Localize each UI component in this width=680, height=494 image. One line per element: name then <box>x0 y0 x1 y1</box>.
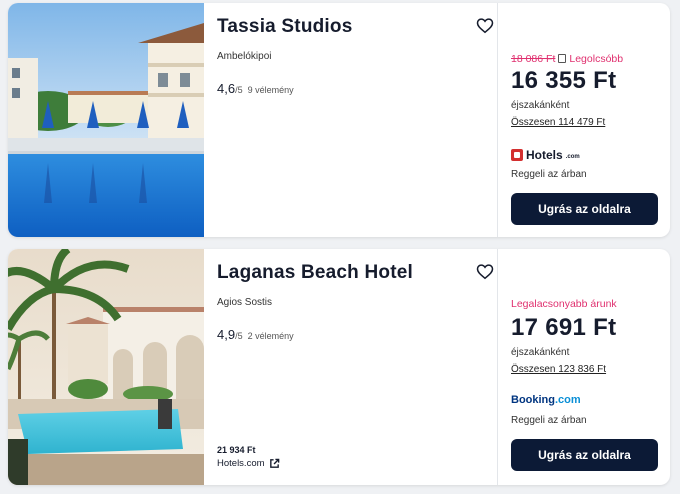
review-count: 2 vélemény <box>247 331 294 341</box>
badge-text: Legolcsóbb <box>569 53 624 65</box>
breakfast-included: Reggeli az árban <box>511 169 587 180</box>
hotel-rating: 4,6/5 9 vélemény <box>217 81 294 96</box>
lock-icon <box>558 54 567 63</box>
provider-name: Hotels <box>526 148 563 162</box>
provider-suffix: .com <box>565 154 580 160</box>
provider-name: Booking <box>511 394 555 406</box>
price-badge: 18 086 Ft Legolcsóbb <box>511 53 623 65</box>
review-count: 9 vélemény <box>247 85 294 95</box>
hotel-card[interactable]: Laganas Beach Hotel Agios Sostis 4,9/5 2 … <box>8 249 670 485</box>
deal-panel: Legalacsonyabb árunk 17 691 Ft éjszakánk… <box>497 249 670 485</box>
hotel-location: Agios Sostis <box>217 297 273 308</box>
hotel-rating: 4,9/5 2 vélemény <box>217 327 294 342</box>
hotel-info: Tassia Studios Ambelókipoi 4,6/5 9 vélemé… <box>204 3 498 237</box>
total-price[interactable]: Összesen 114 479 Ft <box>511 117 605 128</box>
nightly-price: 16 355 Ft <box>511 67 617 94</box>
heart-outline-icon[interactable] <box>476 17 494 34</box>
rating-score: 4,9 <box>217 327 236 342</box>
provider-suffix: .com <box>555 394 581 406</box>
deal-panel: 18 086 Ft Legolcsóbb 16 355 Ft éjszakánké… <box>497 3 670 237</box>
alternate-price[interactable]: 21 934 Ft <box>217 445 256 455</box>
external-link-icon <box>269 458 279 468</box>
alternate-provider-name: Hotels.com <box>217 458 265 469</box>
per-night-label: éjszakánként <box>511 100 570 111</box>
rating-scale: /5 <box>235 331 243 341</box>
hotel-name[interactable]: Tassia Studios <box>217 16 353 38</box>
hotel-location: Ambelókipoi <box>217 51 272 62</box>
provider-logo: Booking .com <box>511 394 581 406</box>
rating-score: 4,6 <box>217 81 236 96</box>
price-badge: Legalacsonyabb árunk <box>511 298 617 310</box>
go-to-site-button[interactable]: Ugrás az oldalra <box>511 439 658 471</box>
alternate-provider-link[interactable]: Hotels.com <box>217 458 280 469</box>
old-price: 18 086 Ft <box>511 53 556 65</box>
hotels-logo-icon <box>511 149 523 161</box>
hotel-name[interactable]: Laganas Beach Hotel <box>217 262 413 284</box>
nightly-price: 17 691 Ft <box>511 314 617 341</box>
hotel-photo[interactable] <box>8 3 204 237</box>
hotel-card[interactable]: Tassia Studios Ambelókipoi 4,6/5 9 vélemé… <box>8 3 670 237</box>
provider-logo: Hotels .com <box>511 148 580 162</box>
heart-outline-icon[interactable] <box>476 263 494 280</box>
rating-scale: /5 <box>235 85 243 95</box>
hotel-info: Laganas Beach Hotel Agios Sostis 4,9/5 2 … <box>204 249 498 485</box>
total-price[interactable]: Összesen 123 836 Ft <box>511 364 606 375</box>
breakfast-included: Reggeli az árban <box>511 415 587 426</box>
per-night-label: éjszakánként <box>511 347 570 358</box>
go-to-site-button[interactable]: Ugrás az oldalra <box>511 193 658 225</box>
hotel-photo[interactable] <box>8 249 204 485</box>
